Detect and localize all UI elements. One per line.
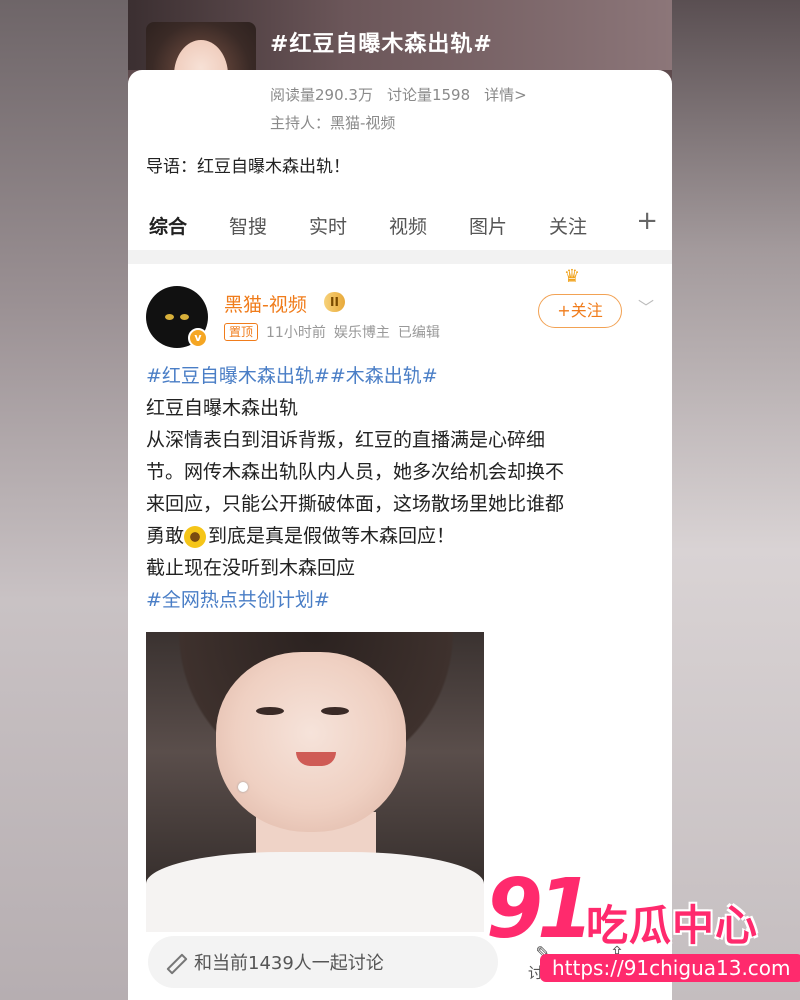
photo-eye — [256, 707, 284, 715]
post-line: 来回应，只能公开撕破体面，这场散场里她比谁都 — [146, 493, 565, 515]
tab-video[interactable]: 视频 — [368, 212, 448, 239]
post-line: 节。网传木森出轨队内人员，她多次给机会却换不 — [146, 461, 565, 483]
watermark: 91 吃瓜中心 https://91chigua13.com — [486, 862, 800, 982]
vip-badge: II — [324, 292, 345, 312]
watermark-number: 91 — [486, 862, 594, 957]
post-line-emoji: 勇敢 到底是真是假做等木森回应！ — [146, 520, 646, 552]
user-role: 娱乐博主 — [333, 325, 390, 341]
comment-placeholder: 和当前1439人一起讨论 — [194, 953, 384, 974]
topic-host[interactable]: 主持人：黑猫-视频 — [270, 112, 395, 133]
watermark-url: https://91chigua13.com — [540, 954, 800, 982]
tab-smart-search[interactable]: 智搜 — [208, 212, 288, 239]
crown-icon: ♛ — [563, 266, 580, 287]
edited-label: 已编辑 — [397, 325, 440, 341]
topic-lead: 导语：红豆自曝木森出轨！ — [146, 157, 350, 177]
photo-earring — [238, 782, 248, 792]
phone-screen: #红豆自曝木森出轨# 阅读量290.3万 讨论量1598 详情> 主持人：黑猫-… — [128, 0, 672, 1000]
tab-bar: 综合 智搜 实时 视频 图片 关注 — [128, 200, 672, 255]
post-username[interactable]: 黑猫-视频 — [224, 290, 307, 317]
photo-eye — [321, 707, 349, 715]
tab-realtime[interactable]: 实时 — [288, 212, 368, 239]
topic-stats: 阅读量290.3万 讨论量1598 详情> — [270, 84, 527, 105]
pen-icon — [164, 952, 184, 972]
verified-badge-icon: v — [188, 328, 208, 348]
topic-title: #红豆自曝木森出轨# — [270, 32, 493, 57]
post-line: 从深情表白到泪诉背叛，红豆的直播满是心碎细 — [146, 429, 546, 451]
cat-eye — [165, 314, 174, 320]
details-link[interactable]: 详情> — [484, 84, 527, 105]
sunflower-icon — [184, 525, 207, 548]
post-line: 截止现在没听到木森回应 — [146, 557, 356, 579]
post-line-suffix: 到底是真是假做等木森回应！ — [208, 525, 456, 547]
photo-shirt — [146, 852, 484, 932]
background-right — [672, 0, 800, 1000]
post-topic-tags[interactable]: #红豆自曝木森出轨##木森出轨# — [146, 360, 646, 392]
post-body: #红豆自曝木森出轨##木森出轨# 红豆自曝木森出轨 从深情表白到泪诉背叛，红豆的… — [146, 360, 646, 616]
post-image[interactable] — [146, 632, 484, 932]
topic-header: #红豆自曝木森出轨# 阅读量290.3万 讨论量1598 详情> 主持人：黑猫-… — [128, 0, 672, 255]
cat-eye — [180, 314, 189, 320]
tab-images[interactable]: 图片 — [448, 212, 528, 239]
background-left — [0, 0, 128, 1000]
section-divider — [128, 250, 672, 264]
comment-input[interactable]: 和当前1439人一起讨论 — [148, 936, 498, 988]
pinned-badge: 置顶 — [224, 323, 259, 341]
chevron-down-icon[interactable]: ﹀ — [638, 294, 654, 318]
discussion-count: 讨论量1598 — [386, 86, 471, 104]
post-line-prefix: 勇敢 — [146, 525, 185, 547]
follow-button[interactable]: +关注 — [538, 294, 622, 328]
watermark-text: 吃瓜中心 — [586, 901, 759, 950]
post-topic-tag[interactable]: #全网热点共创计划# — [146, 584, 646, 616]
tab-comprehensive[interactable]: 综合 — [128, 212, 208, 255]
photo-face — [216, 652, 406, 832]
post-time: 11小时前 — [266, 325, 326, 341]
read-count: 阅读量290.3万 — [270, 86, 373, 104]
tab-following[interactable]: 关注 — [528, 212, 608, 239]
add-tab-icon[interactable]: + — [636, 206, 658, 236]
post-line: 红豆自曝木森出轨 — [146, 397, 299, 419]
post-meta: 置顶 11小时前 娱乐博主 已编辑 — [224, 322, 440, 342]
